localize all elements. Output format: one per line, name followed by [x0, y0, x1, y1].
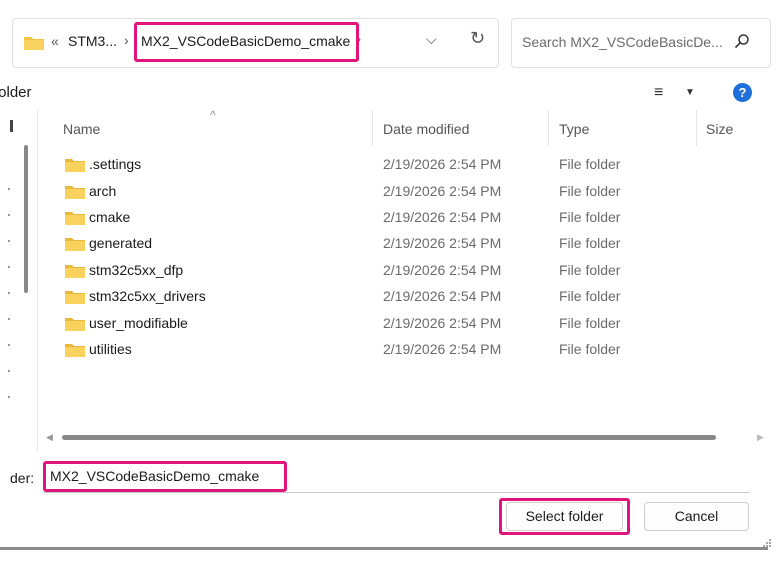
file-date-modified: 2/19/2026 2:54 PM — [383, 183, 502, 199]
nav-tree-dot — [8, 240, 10, 242]
nav-tree-dot — [8, 396, 10, 398]
file-row[interactable]: cmake 2/19/2026 2:54 PM File folder — [38, 205, 778, 231]
nav-tree-dot — [8, 266, 10, 268]
file-name[interactable]: stm32c5xx_dfp — [89, 262, 183, 278]
column-header-type[interactable]: Type — [559, 121, 589, 137]
nav-pane-edge — [10, 120, 13, 132]
toolbar-new-folder-label[interactable]: folder — [0, 84, 32, 101]
file-type: File folder — [559, 209, 621, 225]
scroll-left-icon[interactable]: ◀ — [46, 432, 53, 443]
folder-icon — [65, 238, 85, 251]
file-name[interactable]: generated — [89, 235, 152, 251]
file-date-modified: 2/19/2026 2:54 PM — [383, 156, 502, 172]
annotation-highlight-box — [134, 22, 359, 62]
overflow-chevron-icon[interactable]: « — [51, 33, 59, 49]
nav-tree-dot — [8, 370, 10, 372]
file-name[interactable]: stm32c5xx_drivers — [89, 288, 206, 304]
sort-ascending-icon: ^ — [210, 108, 216, 122]
annotation-highlight-box — [43, 461, 287, 492]
help-icon[interactable]: ? — [733, 83, 752, 102]
folder-field-label: der: — [10, 470, 35, 486]
file-row[interactable]: stm32c5xx_dfp 2/19/2026 2:54 PM File fol… — [38, 258, 778, 284]
column-divider[interactable] — [548, 110, 549, 146]
scrollbar-thumb[interactable] — [62, 435, 716, 440]
file-row[interactable]: .settings 2/19/2026 2:54 PM File folder — [38, 152, 778, 178]
file-name[interactable]: .settings — [89, 156, 141, 172]
column-header-size[interactable]: Size — [706, 121, 733, 137]
file-name[interactable]: utilities — [89, 341, 132, 357]
file-type: File folder — [559, 156, 621, 172]
file-date-modified: 2/19/2026 2:54 PM — [383, 262, 502, 278]
navigation-pane[interactable] — [0, 110, 36, 452]
search-placeholder: Search MX2_VSCodeBasicDe... — [522, 34, 723, 50]
column-header-name[interactable]: Name — [63, 121, 100, 137]
file-date-modified: 2/19/2026 2:54 PM — [383, 235, 502, 251]
view-options-icon[interactable]: ≡ — [654, 84, 663, 102]
nav-tree-dot — [8, 318, 10, 320]
file-row[interactable]: arch 2/19/2026 2:54 PM File folder — [38, 179, 778, 205]
column-header-date-modified[interactable]: Date modified — [383, 121, 469, 137]
file-row[interactable]: user_modifiable 2/19/2026 2:54 PM File f… — [38, 311, 778, 337]
file-type: File folder — [559, 183, 621, 199]
folder-icon — [65, 291, 85, 304]
folder-icon — [65, 186, 85, 199]
nav-tree-dot — [8, 292, 10, 294]
file-type: File folder — [559, 315, 621, 331]
nav-tree-dot — [8, 344, 10, 346]
column-divider[interactable] — [372, 110, 373, 146]
column-divider[interactable] — [696, 110, 697, 146]
file-type: File folder — [559, 288, 621, 304]
file-type: File folder — [559, 341, 621, 357]
folder-icon — [65, 212, 85, 225]
file-name[interactable]: user_modifiable — [89, 315, 188, 331]
folder-icon — [65, 344, 85, 357]
folder-icon — [65, 318, 85, 331]
file-row[interactable]: stm32c5xx_drivers 2/19/2026 2:54 PM File… — [38, 284, 778, 310]
nav-tree-dot — [8, 188, 10, 190]
nav-pane-scrollbar[interactable] — [24, 145, 28, 293]
file-row[interactable]: generated 2/19/2026 2:54 PM File folder — [38, 231, 778, 257]
window-bottom-edge — [0, 547, 768, 550]
address-history-dropdown-icon[interactable]: ⌵ — [426, 31, 437, 48]
chevron-down-icon[interactable]: ▼ — [685, 87, 695, 98]
file-name[interactable]: cmake — [89, 209, 130, 225]
folder-icon — [24, 37, 44, 50]
file-row[interactable]: utilities 2/19/2026 2:54 PM File folder — [38, 337, 778, 363]
folder-icon — [65, 265, 85, 278]
breadcrumb-separator-icon[interactable]: › — [124, 32, 129, 48]
file-date-modified: 2/19/2026 2:54 PM — [383, 209, 502, 225]
file-date-modified: 2/19/2026 2:54 PM — [383, 341, 502, 357]
file-type: File folder — [559, 235, 621, 251]
search-icon[interactable] — [734, 33, 750, 49]
file-date-modified: 2/19/2026 2:54 PM — [383, 288, 502, 304]
file-date-modified: 2/19/2026 2:54 PM — [383, 315, 502, 331]
scroll-right-icon[interactable]: ▶ — [757, 432, 764, 443]
cancel-button[interactable]: Cancel — [644, 502, 749, 531]
breadcrumb-item[interactable]: STM3... — [68, 33, 117, 49]
resize-grip-icon[interactable] — [760, 536, 772, 548]
annotation-highlight-box — [499, 498, 630, 535]
file-name[interactable]: arch — [89, 183, 116, 199]
file-type: File folder — [559, 262, 621, 278]
folder-icon — [65, 159, 85, 172]
nav-tree-dot — [8, 214, 10, 216]
refresh-icon[interactable]: ↻ — [470, 28, 485, 49]
